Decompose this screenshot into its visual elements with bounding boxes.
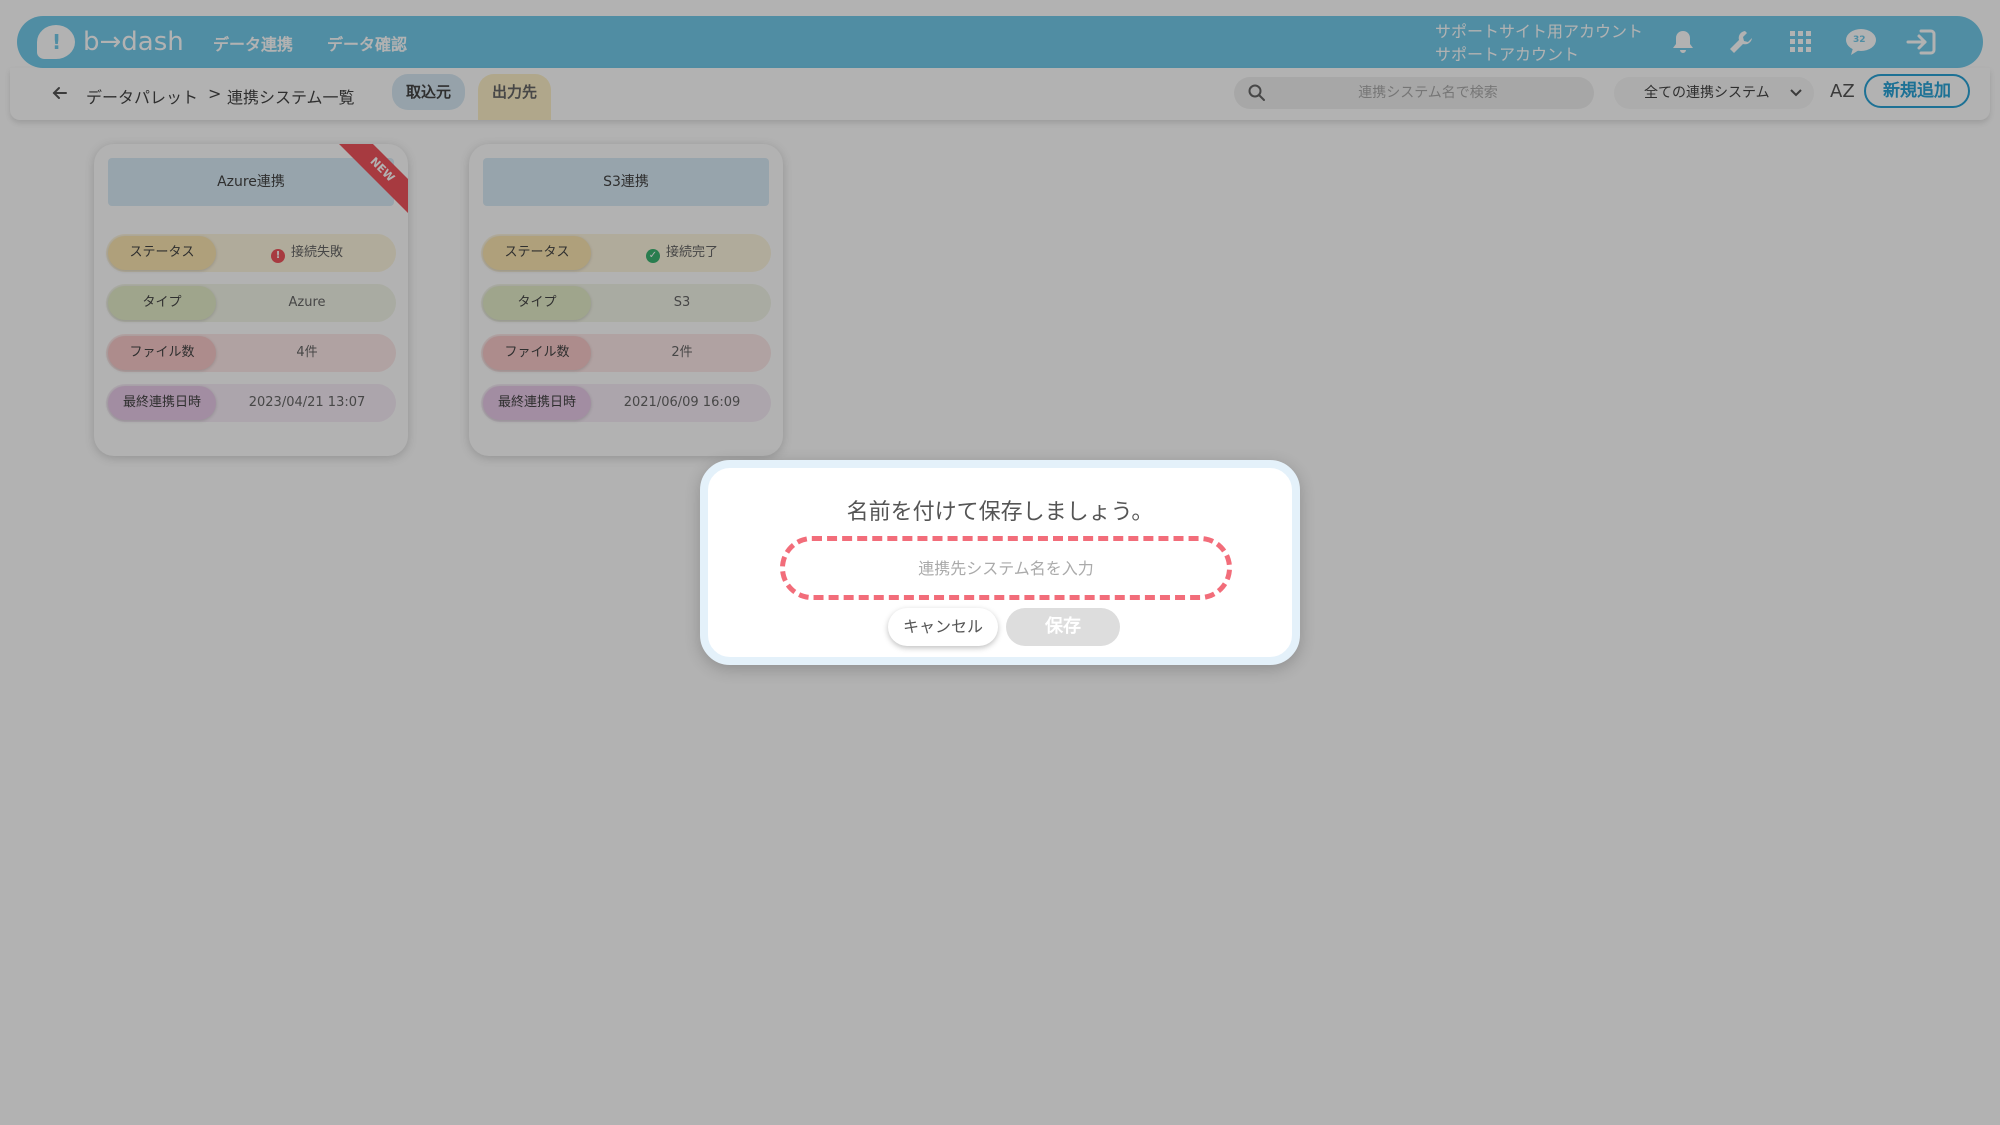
dialog-title: 名前を付けて保存しましょう。: [846, 500, 1154, 525]
save-button[interactable]: 保存: [1006, 608, 1120, 646]
cancel-button[interactable]: キャンセル: [888, 608, 998, 646]
save-name-dialog: 名前を付けて保存しましょう。 キャンセル 保存: [700, 460, 1300, 665]
system-name-input[interactable]: [780, 536, 1232, 600]
